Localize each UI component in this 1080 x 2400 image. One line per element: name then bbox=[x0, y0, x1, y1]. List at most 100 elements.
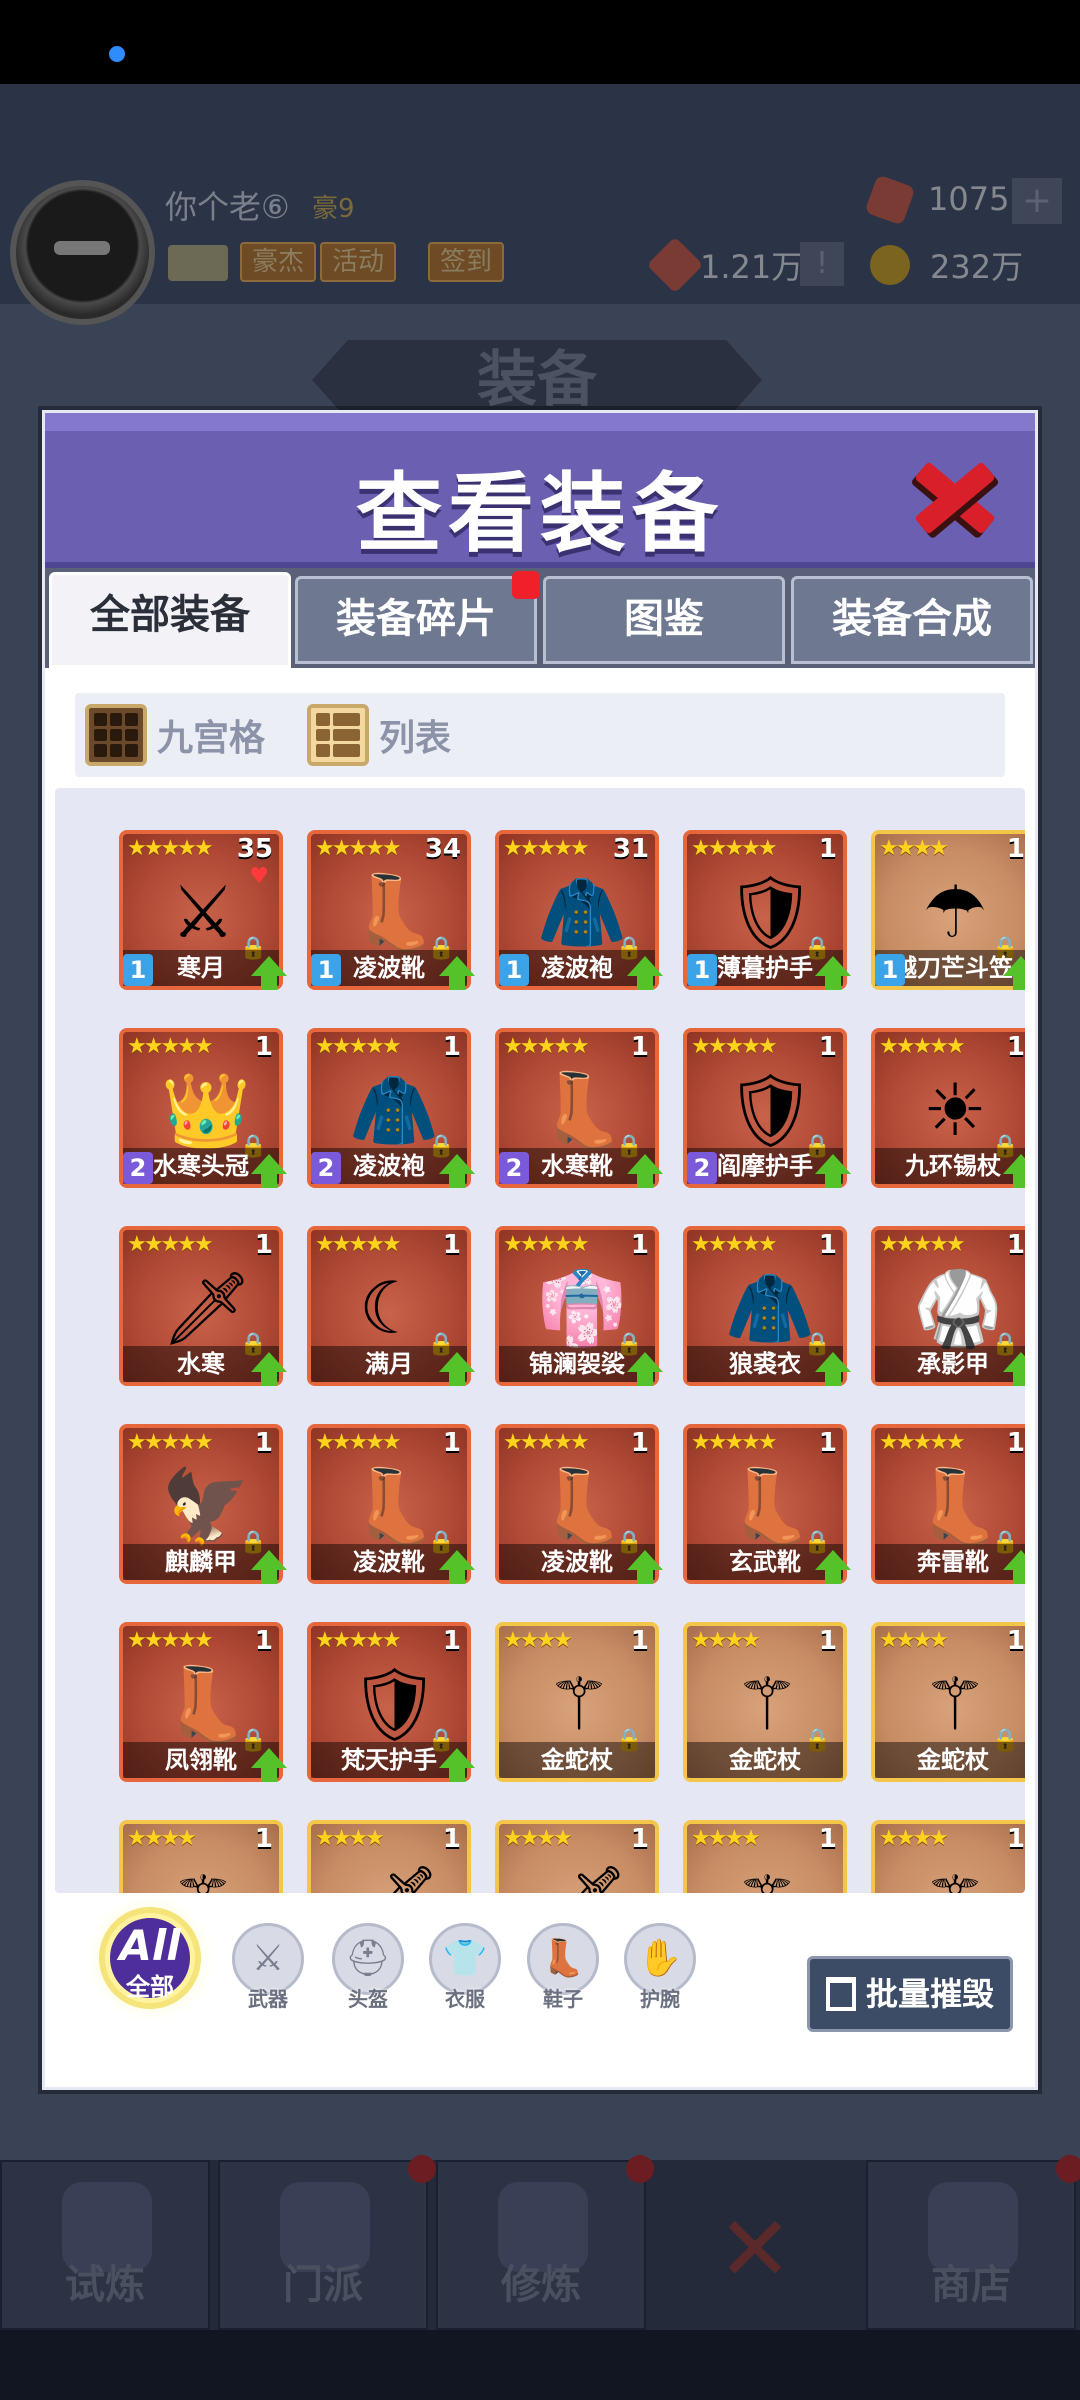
equipment-card[interactable]: ★★★★★ 35 ♥ ⚔ 🔒 寒月 1 bbox=[119, 830, 283, 990]
tab-badge bbox=[512, 571, 540, 599]
filter-clothes-button[interactable]: 👕 衣服 bbox=[427, 1923, 503, 2023]
equipment-card[interactable]: ★★★★ 1 ☂ 🔒 越刀芒斗笠 1 bbox=[871, 830, 1025, 990]
tag-hero[interactable]: 豪杰 bbox=[240, 242, 317, 282]
star-rating: ★★★★★ bbox=[315, 1628, 402, 1653]
nav-cultivate[interactable]: 修炼 bbox=[436, 2160, 646, 2330]
star-rating: ★★★★★ bbox=[315, 1034, 402, 1059]
tab-bar: 全部装备 装备碎片 图鉴 装备合成 bbox=[45, 568, 1035, 668]
equipment-icon: ⚚ bbox=[725, 1860, 809, 1893]
tab-all-equipment[interactable]: 全部装备 bbox=[49, 572, 291, 668]
filter-bracer-button[interactable]: ✋ 护腕 bbox=[622, 1923, 698, 2023]
equipment-icon: 👢 bbox=[537, 1464, 627, 1548]
equipment-card[interactable]: ★★★★ 1 ⚚ 🔒 金蛇杖 bbox=[683, 1622, 847, 1782]
equipment-card[interactable]: ★★★★★ 34 👢 🔒 凌波靴 1 bbox=[307, 830, 471, 990]
equipment-icon: ☾ bbox=[358, 1266, 424, 1350]
equipment-card[interactable]: ★★★★★ 1 🗡 🔒 水寒 bbox=[119, 1226, 283, 1386]
nav-trial[interactable]: 试炼 bbox=[0, 2160, 210, 2330]
filter-all-text: All bbox=[119, 1921, 181, 1970]
add-gems-button[interactable]: + bbox=[1012, 178, 1062, 224]
equipment-card[interactable]: ★★★★★ 1 🥋 🔒 承影甲 bbox=[871, 1226, 1025, 1386]
star-rating: ★★★★★ bbox=[503, 1430, 590, 1455]
filter-weapon-button[interactable]: ⚔ 武器 bbox=[230, 1923, 306, 2023]
upgrade-arrow-icon bbox=[1003, 1154, 1025, 1190]
item-count: 1 bbox=[254, 1824, 273, 1854]
equipment-icon: 🧥 bbox=[349, 1068, 439, 1152]
mail-icon[interactable] bbox=[168, 245, 228, 281]
equipment-grid[interactable]: ★★★★★ 35 ♥ ⚔ 🔒 寒月 1 ★★★★★ 34 👢 🔒 凌波靴 1 ★★★★★ 31 🧥 🔒 凌波袍 1 ★… bbox=[55, 788, 1025, 1893]
grid-view-toggle[interactable]: 九宫格 bbox=[85, 703, 265, 767]
upgrade-arrow-icon bbox=[1003, 1550, 1025, 1586]
star-rating: ★★★★★ bbox=[315, 836, 402, 861]
filter-helmet-button[interactable]: ⛑ 头盔 bbox=[330, 1923, 406, 2023]
equipment-card[interactable]: ★★★★ 1 ⚚ bbox=[871, 1820, 1025, 1893]
equipment-icon: 🗡 bbox=[537, 1860, 628, 1893]
tab-equipment-synthesis[interactable]: 装备合成 bbox=[791, 576, 1033, 664]
filter-shoes-label: 鞋子 bbox=[543, 1987, 583, 2011]
equipment-card[interactable]: ★★★★★ 1 ☀ 🔒 九环锡杖 bbox=[871, 1028, 1025, 1188]
modal-header: 查看装备 bbox=[45, 413, 1035, 568]
equipment-card[interactable]: ★★★★★ 1 🦅 🔒 麒麟甲 bbox=[119, 1424, 283, 1584]
batch-destroy-label: 批量摧毁 bbox=[865, 1975, 994, 2013]
tag-event[interactable]: 活动 bbox=[320, 242, 397, 282]
star-rating: ★★★★ bbox=[691, 1826, 761, 1851]
equipment-card[interactable]: ★★★★★ 1 🧥 🔒 狼裘衣 bbox=[683, 1226, 847, 1386]
equipment-card[interactable]: ★★★★★ 31 🧥 🔒 凌波袍 1 bbox=[495, 830, 659, 990]
equipment-card[interactable]: ★★★★★ 1 👢 🔒 凤翎靴 bbox=[119, 1622, 283, 1782]
close-icon[interactable] bbox=[907, 449, 1003, 545]
equipment-card[interactable]: ★★★★★ 1 👢 🔒 凌波靴 bbox=[307, 1424, 471, 1584]
equipment-card[interactable]: ★★★★★ 1 🧥 🔒 凌波袍 2 bbox=[307, 1028, 471, 1188]
item-count: 1 bbox=[254, 1626, 273, 1656]
nav-sect[interactable]: 门派 bbox=[218, 2160, 428, 2330]
equipment-card[interactable]: ★★★★★ 1 👑 🔒 水寒头冠 2 bbox=[119, 1028, 283, 1188]
star-rating: ★★★★ bbox=[879, 836, 949, 861]
level-badge: 1 bbox=[687, 954, 717, 986]
equipment-card[interactable]: ★★★★ 1 ⚚ 🔒 金蛇杖 bbox=[495, 1622, 659, 1782]
item-count: 1 bbox=[1006, 1824, 1025, 1854]
equipment-icon: 🦅 bbox=[161, 1464, 251, 1548]
equipment-card[interactable]: ★★★★ 1 ⚚ 🔒 金蛇杖 bbox=[871, 1622, 1025, 1782]
tab-equipment-fragments[interactable]: 装备碎片 bbox=[295, 571, 540, 664]
equipment-card[interactable]: ★★★★★ 1 👢 🔒 玄武靴 bbox=[683, 1424, 847, 1584]
upgrade-arrow-icon bbox=[439, 1352, 475, 1388]
item-count: 1 bbox=[630, 1626, 649, 1656]
equipment-card[interactable]: ★★★★★ 1 🛡 🔒 阎摩护手 2 bbox=[683, 1028, 847, 1188]
star-rating: ★★★★★ bbox=[127, 1628, 214, 1653]
upgrade-arrow-icon bbox=[627, 1550, 663, 1586]
batch-destroy-button[interactable]: 批量摧毁 bbox=[807, 1956, 1013, 2032]
equipment-card[interactable]: ★★★★★ 1 👢 🔒 奔雷靴 bbox=[871, 1424, 1025, 1584]
equipment-card[interactable]: ★★★★ 1🗡 bbox=[495, 1820, 659, 1893]
equipment-card[interactable]: ★★★★★ 1 🛡 🔒 薄暮护手 1 bbox=[683, 830, 847, 990]
upgrade-arrow-icon bbox=[1003, 956, 1025, 992]
top-profile-bar bbox=[0, 84, 1080, 304]
power-info-button[interactable]: ! bbox=[800, 242, 844, 286]
player-avatar[interactable] bbox=[10, 180, 155, 325]
nav-close-icon[interactable]: ✕ bbox=[705, 2205, 805, 2295]
star-rating: ★★★★ bbox=[503, 1628, 573, 1653]
nav-shop[interactable]: 商店 bbox=[866, 2160, 1076, 2330]
equipment-card[interactable]: ★★★★★ 1 👘 🔒 锦澜袈裟 bbox=[495, 1226, 659, 1386]
upgrade-arrow-icon bbox=[439, 1550, 475, 1586]
item-name: 金蛇杖 bbox=[499, 1742, 655, 1778]
equipment-card[interactable]: ★★★★★ 1 👢 🔒 凌波靴 bbox=[495, 1424, 659, 1584]
list-view-toggle[interactable]: 列表 bbox=[307, 703, 451, 767]
filter-shoes-button[interactable]: 👢 鞋子 bbox=[525, 1923, 601, 2023]
filter-all-button[interactable]: All 全部 bbox=[85, 1913, 225, 2043]
item-count: 1 bbox=[254, 1032, 273, 1062]
equipment-card[interactable]: ★★★★ 1 ⚚ bbox=[683, 1820, 847, 1893]
item-count: 1 bbox=[254, 1428, 273, 1458]
level-badge: 1 bbox=[499, 954, 529, 986]
star-rating: ★★★★★ bbox=[691, 1430, 778, 1455]
status-bar bbox=[0, 0, 1080, 84]
tag-signin[interactable]: 签到 bbox=[428, 242, 505, 282]
upgrade-arrow-icon bbox=[439, 956, 475, 992]
nav-shop-label: 商店 bbox=[931, 2262, 1011, 2308]
filter-row: All 全部 ⚔ 武器 ⛑ 头盔 👕 衣服 👢 鞋子 ✋ 护腕 批量摧毁 bbox=[45, 1913, 1035, 2063]
equipment-card[interactable]: ★★★★★ 1 ☾ 🔒 满月 bbox=[307, 1226, 471, 1386]
equipment-card[interactable]: ★★★★ 1 ⚚ bbox=[119, 1820, 283, 1893]
tab-catalog[interactable]: 图鉴 bbox=[543, 576, 785, 664]
equipment-card[interactable]: ★★★★ 1🗡 bbox=[307, 1820, 471, 1893]
equipment-card[interactable]: ★★★★★ 1 🛡 🔒 梵天护手 bbox=[307, 1622, 471, 1782]
star-rating: ★★★★★ bbox=[879, 1034, 966, 1059]
star-rating: ★★★★ bbox=[503, 1826, 573, 1851]
equipment-card[interactable]: ★★★★★ 1 👢 🔒 水寒靴 2 bbox=[495, 1028, 659, 1188]
